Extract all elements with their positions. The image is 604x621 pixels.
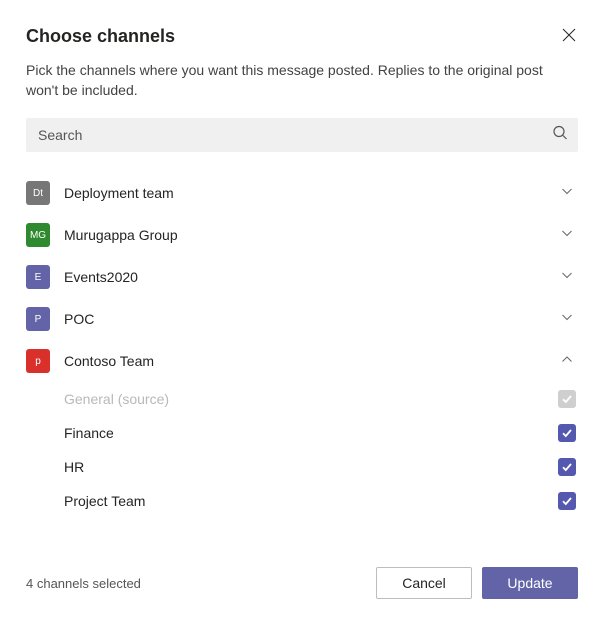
search-field: [26, 118, 578, 152]
dialog-description: Pick the channels where you want this me…: [26, 61, 578, 100]
channel-name: HR: [64, 459, 558, 475]
team-name: Deployment team: [64, 185, 560, 201]
footer-actions: Cancel Update: [376, 567, 578, 599]
channel-checkbox[interactable]: [558, 458, 576, 476]
dialog-title: Choose channels: [26, 26, 175, 47]
chevron-down-icon: [560, 310, 574, 329]
channel-list-contoso: General (source) Finance HR Project Team: [26, 382, 578, 518]
channel-row-hr[interactable]: HR: [26, 450, 578, 484]
channel-checkbox[interactable]: [558, 492, 576, 510]
team-avatar: E: [26, 265, 50, 289]
team-row-poc[interactable]: P POC: [26, 298, 578, 340]
team-avatar: Dt: [26, 181, 50, 205]
channel-row-general: General (source): [26, 382, 578, 416]
channel-checkbox: [558, 390, 576, 408]
channel-row-project-team[interactable]: Project Team: [26, 484, 578, 518]
update-button[interactable]: Update: [482, 567, 578, 599]
team-name: Murugappa Group: [64, 227, 560, 243]
cancel-button[interactable]: Cancel: [376, 567, 472, 599]
team-name: POC: [64, 311, 560, 327]
chevron-down-icon: [560, 184, 574, 203]
chevron-down-icon: [560, 226, 574, 245]
close-button[interactable]: [560, 26, 578, 47]
team-row-events[interactable]: E Events2020: [26, 256, 578, 298]
team-avatar: p: [26, 349, 50, 373]
chevron-up-icon: [560, 352, 574, 371]
chevron-down-icon: [560, 268, 574, 287]
team-row-contoso[interactable]: p Contoso Team: [26, 340, 578, 382]
channel-name: General (source): [64, 391, 558, 407]
team-avatar: P: [26, 307, 50, 331]
team-avatar: MG: [26, 223, 50, 247]
selection-status: 4 channels selected: [26, 576, 141, 591]
team-row-murugappa[interactable]: MG Murugappa Group: [26, 214, 578, 256]
channel-checkbox[interactable]: [558, 424, 576, 442]
close-icon: [562, 28, 576, 45]
channel-row-finance[interactable]: Finance: [26, 416, 578, 450]
channel-name: Finance: [64, 425, 558, 441]
search-input[interactable]: [26, 118, 578, 152]
team-name: Events2020: [64, 269, 560, 285]
dialog-footer: 4 channels selected Cancel Update: [26, 567, 578, 599]
team-list: Dt Deployment team MG Murugappa Group E …: [26, 172, 578, 518]
team-name: Contoso Team: [64, 353, 560, 369]
channel-name: Project Team: [64, 493, 558, 509]
team-row-deployment[interactable]: Dt Deployment team: [26, 172, 578, 214]
